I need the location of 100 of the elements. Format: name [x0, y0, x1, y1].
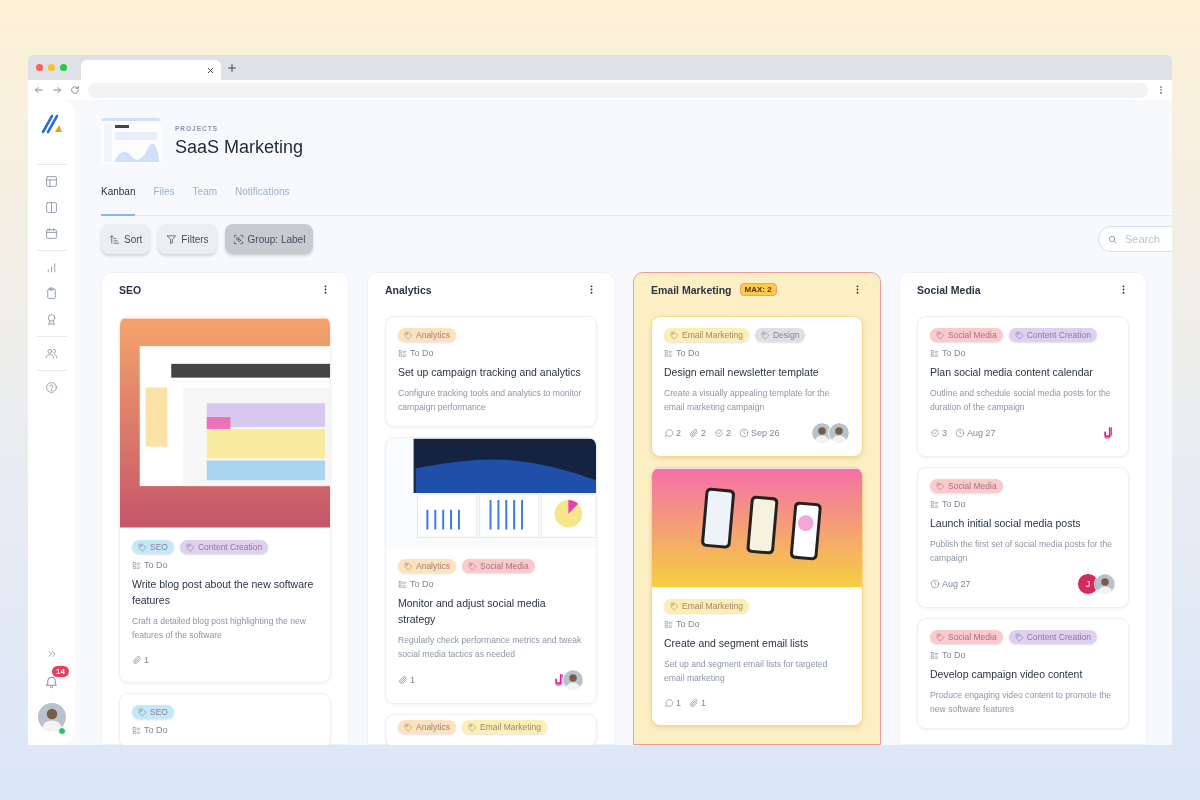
status-icon [930, 348, 939, 358]
paperclip-icon [689, 428, 699, 438]
card-title: Plan social media content calendar [930, 365, 1094, 380]
help-icon[interactable] [45, 381, 58, 394]
bar-chart-icon[interactable] [45, 261, 58, 274]
group-button[interactable]: Group: Label [224, 224, 314, 254]
award-icon[interactable] [45, 313, 58, 326]
status-label: To Do [410, 579, 434, 589]
card-description: Outline and schedule social media posts for the duration of the campaign [930, 387, 1112, 414]
label-tag: Analytics [398, 559, 456, 573]
close-icon[interactable] [206, 65, 215, 75]
label-tag: Email Marketing [664, 328, 749, 342]
label-tag: SEO [132, 705, 174, 719]
task-card[interactable]: Email Marketing To Do Create and segment email lists Set up and segment email lists for targeted email marketing 1 1 [651, 467, 863, 726]
card-title: Create and segment email lists [664, 636, 810, 651]
tag-icon [1014, 632, 1024, 642]
tag-icon [670, 330, 679, 340]
expand-icon[interactable] [45, 648, 58, 660]
tag-icon [468, 722, 477, 732]
tag-icon [936, 330, 945, 340]
meta-count: 1 [676, 698, 681, 708]
label-tag: Email Marketing [664, 599, 749, 613]
forward-icon[interactable] [52, 85, 62, 95]
card-title: Monitor and adjust social media strategy [398, 596, 547, 627]
meta-count: 2 [676, 428, 681, 438]
back-icon[interactable] [34, 85, 44, 95]
clock-icon [739, 428, 750, 438]
sort-icon [109, 233, 120, 245]
label-tag: Content Creation [179, 540, 269, 554]
tag-icon [936, 632, 945, 642]
task-card[interactable]: Analytics Social Media To Do Monitor and adjust social media strategy Regularly check performance metrics and tweak social media tactics as needed 1 [385, 437, 597, 704]
card-description: Create a visually appealing template for the email marketing campaign [664, 387, 831, 414]
tag-icon [404, 722, 413, 732]
calendar-icon[interactable] [45, 227, 58, 240]
tag-icon [468, 561, 477, 571]
task-card[interactable]: Social Media To Do Launch initial social media posts Publish the first set of social media posts for the campaign Aug 27 J [917, 467, 1129, 608]
status-label: To Do [676, 348, 700, 358]
label-tag: Social Media [930, 479, 1003, 493]
status-label: To Do [942, 650, 966, 660]
layout-icon[interactable] [45, 175, 58, 188]
tab[interactable]: Kanban [101, 186, 136, 216]
avatar-photo [562, 669, 584, 691]
card-description: Craft a detailed blog post highlighting the new features of the software [132, 615, 307, 642]
tag-icon [185, 542, 195, 552]
card-description: Regularly check performance metrics and tweak social media tactics as needed [398, 634, 583, 661]
label-tag: Email Marketing [462, 720, 547, 734]
card-description: Produce engaging video content to promote the new software features [930, 689, 1113, 716]
comment-icon [664, 428, 674, 438]
columns-icon[interactable] [45, 201, 58, 214]
card-description: Publish the first set of social media posts for the campaign [930, 538, 1113, 565]
task-card[interactable]: Email Marketing Design To Do Design email newsletter template Create a visually appealing template for the email marketing campaign 2 2 2 Sep 26 [651, 316, 863, 457]
task-card[interactable]: Social Media Content Creation To Do Develop campaign video content Produce engaging video content to promote the new software features [917, 618, 1129, 729]
column-title: Email Marketing [651, 283, 732, 296]
meta-count: Aug 27 [942, 579, 971, 589]
card-title: Develop campaign video content [930, 667, 1084, 682]
group-icon [232, 233, 244, 245]
search-field[interactable]: Search [1098, 226, 1172, 252]
status-icon [398, 579, 407, 589]
tag-icon [404, 330, 413, 340]
label-tag: Social Media [930, 328, 1003, 342]
label-tag: Content Creation [1008, 630, 1097, 644]
limit-badge: MAX: 2 [739, 283, 777, 296]
tag-icon [936, 481, 945, 491]
status-icon [132, 725, 141, 735]
status-icon [664, 619, 673, 629]
meta-count: 2 [701, 428, 707, 438]
bell-icon[interactable] [44, 674, 59, 689]
avatar-photo [828, 422, 850, 444]
tag-icon [138, 542, 147, 552]
plus-icon[interactable] [227, 62, 237, 73]
users-icon[interactable] [45, 347, 58, 360]
tag-icon [404, 561, 413, 571]
paperclip-icon [689, 698, 699, 708]
status-icon [930, 650, 939, 660]
notification-badge: 14 [52, 666, 69, 677]
task-card[interactable]: Analytics To Do Set up campaign tracking and analytics Configure tracking tools and analytics to monitor campaign performance [385, 316, 597, 427]
card-title: Launch initial social media posts [930, 516, 1082, 531]
status-icon [132, 560, 141, 570]
tag-icon [1014, 330, 1024, 340]
task-card[interactable]: SEO To Do [119, 693, 331, 745]
label-tag: Design [754, 328, 806, 342]
column-title: Social Media [917, 283, 981, 296]
label-tag: Analytics [398, 328, 456, 342]
user-avatar[interactable] [37, 703, 66, 731]
meta-count: 3 [942, 428, 947, 438]
logo-icon [39, 112, 64, 136]
card-description: Configure tracking tools and analytics to monitor campaign performance [398, 387, 583, 414]
status-icon [930, 499, 939, 509]
meta-count: 1 [410, 675, 415, 685]
sort-button[interactable]: Sort [101, 224, 151, 254]
status-label: To Do [410, 348, 434, 358]
label-tag: Content Creation [1008, 328, 1097, 342]
meta-count: Sep 26 [751, 428, 780, 438]
task-card[interactable]: Social Media Content Creation To Do Plan social media content calendar Outline and schedule social media posts for the duration of the campaign 3 Aug 27 [917, 316, 1129, 457]
clipboard-icon[interactable] [45, 287, 58, 300]
meta-count: 2 [726, 428, 732, 438]
reload-icon[interactable] [70, 85, 80, 95]
check-circle-icon [714, 428, 725, 438]
task-card[interactable]: SEO Content Creation To Do Write blog post about the new software features Craft a detailed blog post highlighting the new features of the software 1 [119, 316, 331, 683]
filter-button[interactable]: Filters [158, 224, 217, 254]
